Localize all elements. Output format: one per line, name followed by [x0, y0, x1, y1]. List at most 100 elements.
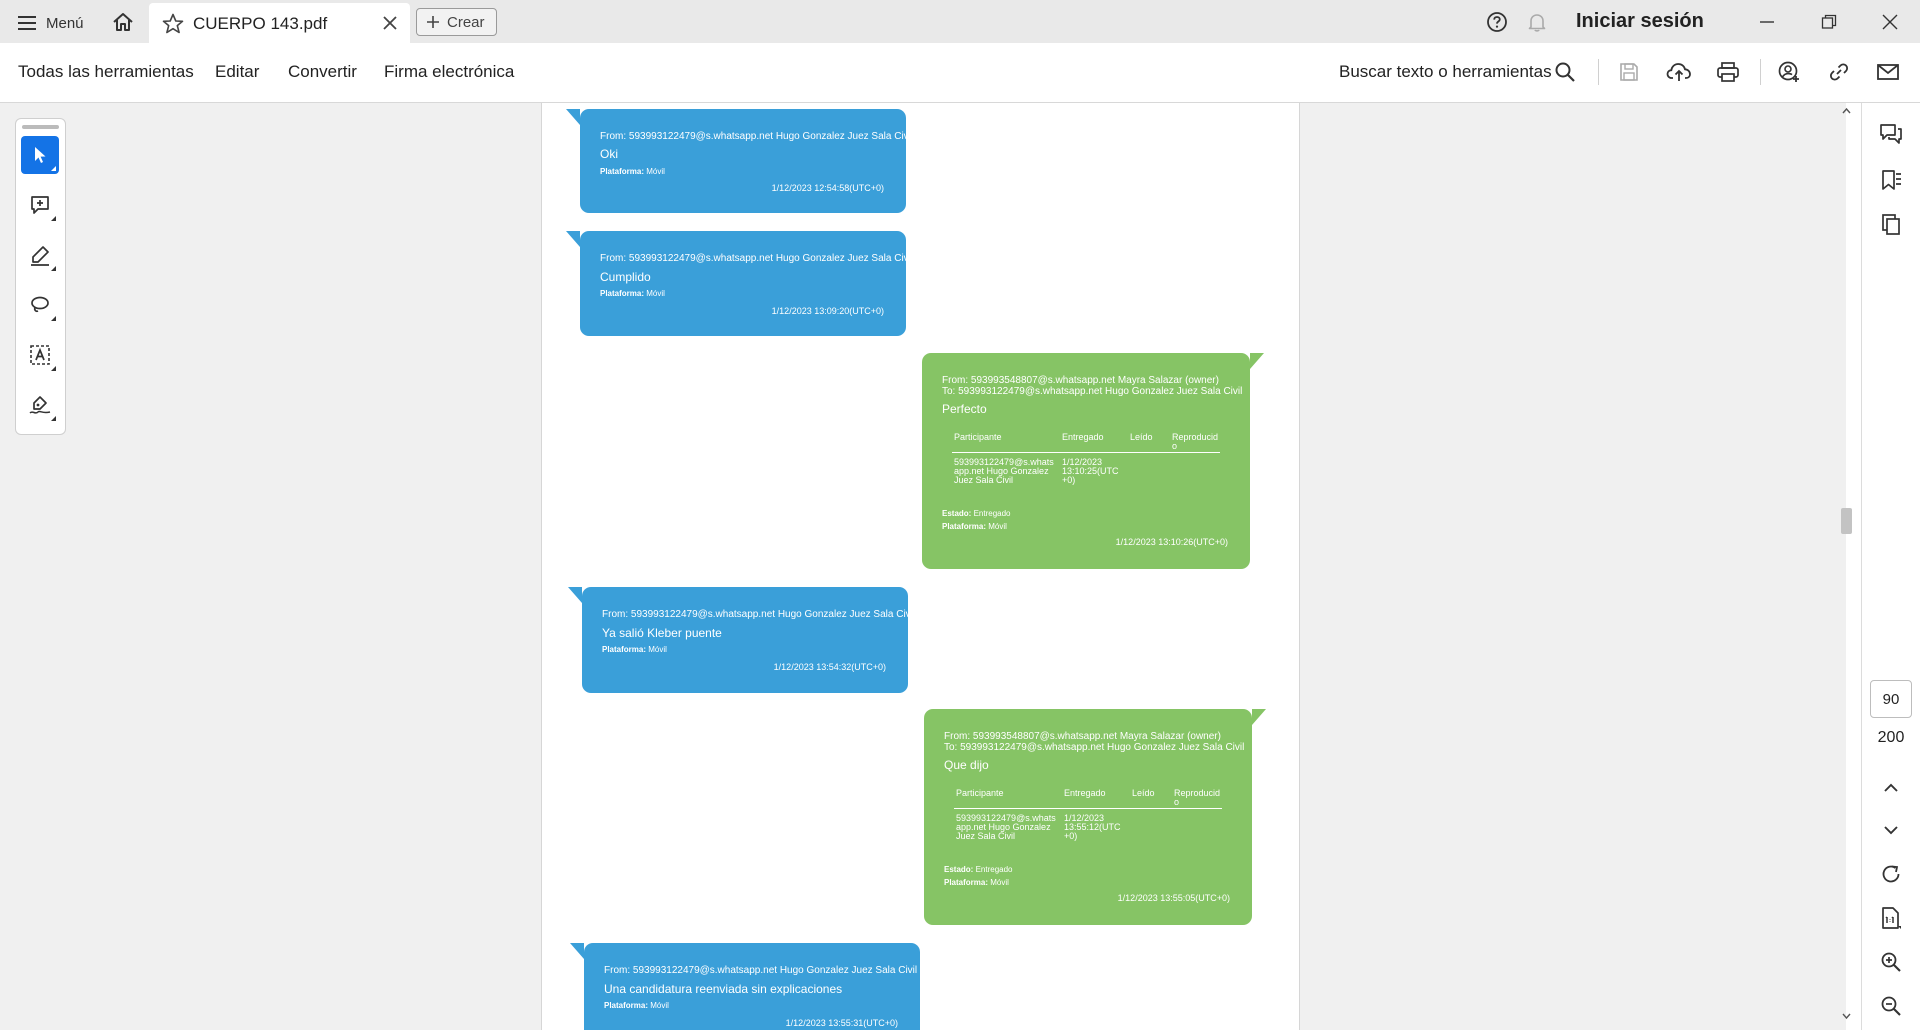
scroll-thumb[interactable] — [1841, 508, 1852, 534]
platform-key: Plataforma: — [602, 645, 647, 654]
comments-icon — [1880, 124, 1902, 144]
email-button[interactable] — [1874, 58, 1902, 86]
message-sender: From: 593993122479@s.whatsapp.net Hugo G… — [600, 253, 914, 264]
platform-value: Móvil — [650, 1001, 669, 1010]
cloud-upload-icon — [1666, 63, 1691, 81]
page-fit-icon — [1882, 907, 1901, 929]
delivery-table: Participante Entregado Leído Reproducid … — [952, 432, 1220, 485]
close-window-button[interactable] — [1875, 10, 1905, 34]
platform-key: Plataforma: — [604, 1001, 649, 1010]
pages-panel-button[interactable] — [1876, 209, 1906, 239]
cell-delivered: 1/12/2023 13:55:12(UTC +0) — [1064, 813, 1121, 841]
message-platform: Plataforma: Móvil — [942, 521, 1007, 533]
share-user-icon — [1778, 61, 1799, 82]
bookmarks-panel-button[interactable] — [1876, 165, 1906, 195]
platform-value: Móvil — [646, 289, 665, 298]
draw-tool[interactable] — [21, 286, 59, 324]
message-platform: Plataforma: Móvil — [600, 166, 665, 178]
message-timestamp: 1/12/2023 13:55:31(UTC+0) — [785, 1018, 898, 1028]
right-rail: 90 200 — [1861, 103, 1920, 1030]
create-button[interactable]: Crear — [416, 8, 497, 36]
tool-options-indicator — [51, 166, 56, 171]
document-workspace[interactable]: From: 593993122479@s.whatsapp.net Hugo G… — [0, 103, 1846, 1030]
zoom-out-button[interactable] — [1876, 991, 1906, 1021]
message-timestamp: 1/12/2023 13:55:05(UTC+0) — [1117, 893, 1230, 903]
bell-icon[interactable] — [1526, 11, 1548, 33]
menu-convert[interactable]: Convertir — [288, 62, 357, 82]
message-recipient: To: 593993122479@s.whatsapp.net Hugo Gon… — [942, 386, 1243, 397]
delivery-table-header: Participante Entregado Leído Reproducid … — [952, 432, 1220, 453]
sign-tool[interactable] — [21, 386, 59, 424]
highlight-tool[interactable] — [21, 236, 59, 274]
message-timestamp: 1/12/2023 13:54:32(UTC+0) — [773, 662, 886, 672]
message-platform: Plataforma: Móvil — [604, 1000, 669, 1012]
search-button[interactable] — [1551, 58, 1579, 86]
hamburger-icon — [18, 16, 36, 30]
scroll-down-arrow-icon[interactable] — [1842, 1013, 1851, 1020]
cell-participant: 593993122479@s.whats app.net Hugo Gonzal… — [956, 813, 1056, 841]
minimize-icon — [1760, 21, 1774, 23]
search-icon — [1555, 62, 1575, 82]
message-recipient: To: 593993122479@s.whatsapp.net Hugo Gon… — [944, 742, 1245, 753]
menu-all-tools[interactable]: Todas las herramientas — [18, 62, 194, 82]
header-played: Reproducid o — [1174, 788, 1221, 807]
header-participant: Participante — [956, 788, 1004, 798]
page-display-button[interactable] — [1876, 903, 1906, 933]
message-sender: From: 593993122479@s.whatsapp.net Hugo G… — [600, 131, 914, 142]
signature-pen-icon — [29, 396, 51, 414]
minimize-button[interactable] — [1752, 10, 1782, 34]
pen-highlight-icon — [31, 246, 49, 266]
search-tools-button[interactable]: Buscar texto o herramientas — [1339, 62, 1552, 82]
header-played: Reproducid o — [1172, 432, 1219, 451]
main-toolbar: Todas las herramientas Editar Convertir … — [0, 43, 1920, 103]
menu-button[interactable]: Menú — [18, 12, 84, 34]
close-tab-icon[interactable] — [381, 14, 399, 32]
total-pages: 200 — [1877, 729, 1905, 746]
signin-button[interactable]: Iniciar sesión — [1576, 10, 1704, 33]
home-button[interactable] — [108, 9, 138, 35]
bookmark-icon — [1882, 170, 1901, 190]
current-page-input[interactable]: 90 — [1870, 680, 1912, 718]
mail-icon — [1877, 64, 1899, 80]
tool-options-indicator — [51, 316, 56, 321]
print-button[interactable] — [1714, 58, 1742, 86]
share-people-button[interactable] — [1775, 58, 1803, 86]
zoom-in-button[interactable] — [1876, 947, 1906, 977]
message-sender: From: 593993122479@s.whatsapp.net Hugo G… — [602, 609, 916, 620]
scroll-up-arrow-icon[interactable] — [1842, 107, 1851, 114]
select-tool[interactable] — [21, 136, 59, 174]
message-state: Estado: Entregado — [942, 508, 1011, 520]
upload-cloud-button[interactable] — [1665, 58, 1693, 86]
state-key: Estado: — [942, 509, 972, 518]
home-icon — [113, 13, 133, 31]
pdf-page[interactable]: From: 593993122479@s.whatsapp.net Hugo G… — [541, 103, 1300, 1030]
state-value: Entregado — [975, 865, 1013, 874]
restore-icon — [1821, 14, 1837, 29]
toolbar-divider — [1760, 59, 1761, 85]
previous-page-button[interactable] — [1876, 773, 1906, 803]
vertical-scrollbar[interactable] — [1838, 103, 1854, 1030]
rotate-button[interactable] — [1876, 859, 1906, 889]
drag-handle[interactable] — [22, 125, 59, 129]
menu-e-signature[interactable]: Firma electrónica — [384, 62, 514, 82]
add-text-tool[interactable] — [21, 336, 59, 374]
header-read: Leído — [1130, 432, 1153, 442]
restore-button[interactable] — [1814, 10, 1844, 34]
next-page-button[interactable] — [1876, 815, 1906, 845]
cell-participant: 593993122479@s.whats app.net Hugo Gonzal… — [954, 457, 1054, 485]
message-timestamp: 1/12/2023 13:10:26(UTC+0) — [1115, 537, 1228, 547]
chat-bubble-incoming: From: 593993122479@s.whatsapp.net Hugo G… — [566, 109, 913, 213]
platform-value: Móvil — [988, 522, 1007, 531]
menu-edit[interactable]: Editar — [215, 62, 259, 82]
tab-document[interactable]: CUERPO 143.pdf — [149, 3, 410, 43]
star-icon[interactable] — [161, 12, 185, 36]
copy-link-button[interactable] — [1825, 58, 1853, 86]
add-comment-tool[interactable] — [21, 186, 59, 224]
comments-panel-button[interactable] — [1876, 119, 1906, 149]
save-button[interactable] — [1615, 58, 1643, 86]
save-icon — [1620, 63, 1638, 81]
text-box-icon — [30, 345, 50, 365]
help-icon[interactable] — [1486, 11, 1508, 33]
bubble-tail — [566, 231, 580, 247]
cursor-icon — [35, 147, 46, 163]
